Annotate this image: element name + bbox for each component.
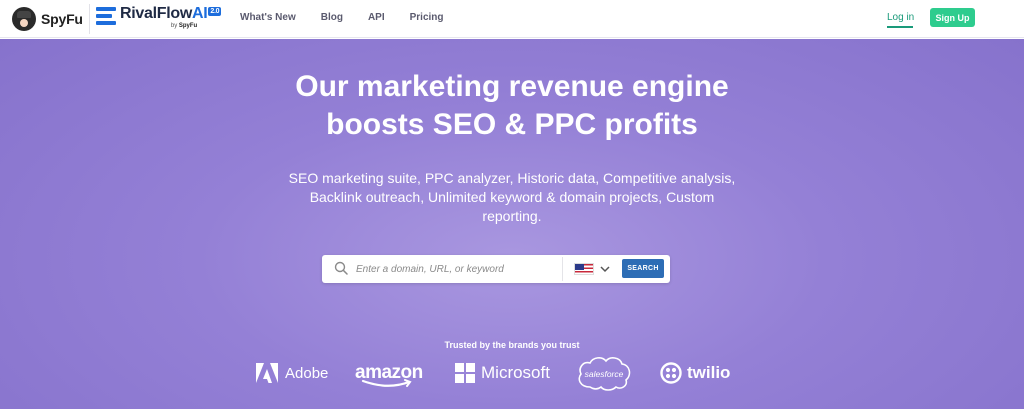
hero-headline-line2: boosts SEO & PPC profits bbox=[326, 108, 698, 141]
amazon-smile-icon bbox=[361, 379, 412, 387]
us-flag-icon[interactable] bbox=[574, 263, 594, 275]
chevron-down-icon[interactable] bbox=[600, 264, 610, 274]
nav-link-api[interactable]: API bbox=[368, 12, 385, 23]
microsoft-grid-icon bbox=[455, 363, 475, 383]
search-input[interactable] bbox=[356, 260, 546, 278]
login-link[interactable]: Log in bbox=[887, 12, 914, 23]
salesforce-wordmark: salesforce bbox=[585, 369, 624, 379]
search-bar: SEARCH bbox=[322, 255, 670, 283]
twilio-icon bbox=[660, 362, 682, 384]
hero-subtitle-line3: reporting. bbox=[482, 208, 542, 224]
adobe-icon bbox=[256, 363, 278, 383]
search-button[interactable]: SEARCH bbox=[622, 259, 664, 278]
login-underline bbox=[887, 26, 913, 28]
rivalflow-byline: by SpyFu bbox=[170, 23, 198, 29]
hero-subtitle-line2: Backlink outreach, Unlimited keyword & d… bbox=[309, 189, 715, 205]
rivalflow-mark-icon bbox=[96, 7, 116, 25]
microsoft-logo: Microsoft bbox=[455, 357, 550, 389]
nav-links: What's New Blog API Pricing bbox=[240, 12, 469, 23]
spyfu-wordmark: SpyFu bbox=[41, 11, 83, 27]
search-separator bbox=[562, 257, 563, 281]
rivalflow-version-badge: 2.0 bbox=[208, 7, 222, 16]
spyfu-logo-link[interactable]: SpyFu bbox=[12, 7, 83, 31]
signup-button[interactable]: Sign Up bbox=[930, 8, 975, 27]
salesforce-cloud-icon: salesforce bbox=[578, 357, 631, 391]
rivalflow-wordmark: RivalFlowAI 2.0 bbox=[120, 5, 222, 22]
salesforce-logo: salesforce bbox=[576, 357, 632, 391]
trusted-brands-label: Trusted by the brands you trust bbox=[444, 340, 580, 350]
hero-headline-line1: Our marketing revenue engine bbox=[295, 70, 729, 103]
amazon-logo: amazon bbox=[355, 357, 423, 389]
spyfu-logo-icon bbox=[12, 7, 36, 31]
adobe-wordmark: Adobe bbox=[285, 364, 329, 382]
twilio-logo: twilio bbox=[660, 357, 730, 389]
nav-link-blog[interactable]: Blog bbox=[321, 12, 343, 23]
rivalflow-logo-link[interactable]: RivalFlowAI 2.0 by SpyFu bbox=[96, 5, 222, 29]
top-nav: SpyFu RivalFlowAI 2.0 by SpyFu What's New… bbox=[0, 0, 1024, 38]
nav-link-whats-new[interactable]: What's New bbox=[240, 12, 296, 23]
search-icon bbox=[334, 261, 348, 275]
nav-link-pricing[interactable]: Pricing bbox=[410, 12, 444, 23]
hero-subtitle-line1: SEO marketing suite, PPC analyzer, Histo… bbox=[288, 170, 736, 186]
microsoft-wordmark: Microsoft bbox=[481, 363, 550, 382]
adobe-logo: Adobe bbox=[256, 357, 328, 389]
twilio-wordmark: twilio bbox=[687, 363, 731, 382]
nav-divider bbox=[89, 4, 90, 34]
